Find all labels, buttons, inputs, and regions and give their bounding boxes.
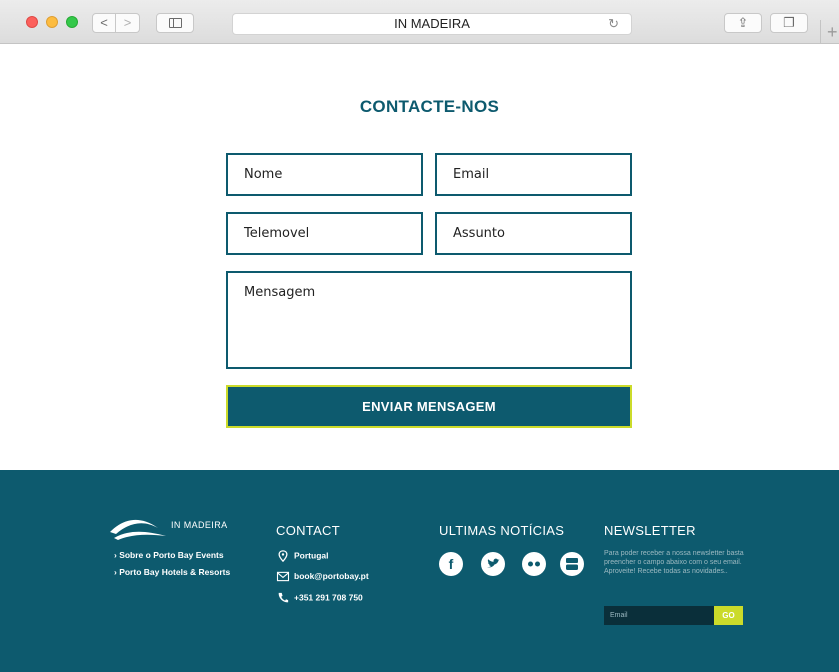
plus-icon: + xyxy=(827,22,838,42)
youtube-icon[interactable] xyxy=(560,552,584,576)
phone-field-placeholder: Telemovel xyxy=(244,226,310,241)
name-field-placeholder: Nome xyxy=(244,167,283,182)
newsletter-description: Para poder receber a nossa newsletter ba… xyxy=(604,550,744,575)
sidebar-toggle-button[interactable] xyxy=(156,13,194,33)
newsletter-email-input[interactable]: Email xyxy=(604,606,714,625)
tab-overview-button[interactable]: ❐ xyxy=(770,13,808,33)
newsletter-heading: NEWSLETTER xyxy=(604,523,696,538)
contact-phone[interactable]: +351 291 708 750 xyxy=(276,592,363,604)
zoom-window-button[interactable] xyxy=(66,16,78,28)
twitter-icon[interactable] xyxy=(481,552,505,576)
share-button[interactable]: ⇪ xyxy=(724,13,762,33)
link-about-porto-bay-events[interactable]: › Sobre o Porto Bay Events xyxy=(114,550,224,560)
mail-icon xyxy=(276,572,290,582)
news-heading: ULTIMAS NOTÍCIAS xyxy=(439,523,565,538)
location-pin-icon xyxy=(278,550,288,562)
logo-text: IN MADEIRA xyxy=(171,520,228,530)
chevron-right-icon: > xyxy=(123,15,132,30)
newsletter-go-button[interactable]: GO xyxy=(714,606,743,625)
subject-field-placeholder: Assunto xyxy=(453,226,505,241)
contact-title: CONTACTE-NOS xyxy=(359,97,500,116)
link-porto-bay-hotels[interactable]: › Porto Bay Hotels & Resorts xyxy=(114,567,230,577)
reload-icon[interactable]: ↻ xyxy=(608,14,619,34)
tabs-icon: ❐ xyxy=(783,15,795,30)
contact-location-text: Portugal xyxy=(294,550,329,561)
message-field-placeholder: Mensagem xyxy=(244,285,316,300)
back-button[interactable]: < xyxy=(92,13,116,33)
chevron-left-icon: < xyxy=(100,15,108,30)
subject-field[interactable]: Assunto xyxy=(435,212,632,255)
message-field[interactable]: Mensagem xyxy=(226,271,632,369)
flickr-icon[interactable] xyxy=(522,552,546,576)
phone-icon xyxy=(278,592,289,603)
forward-button[interactable]: > xyxy=(116,13,140,33)
close-window-button[interactable] xyxy=(26,16,38,28)
newsletter-email-placeholder: Email xyxy=(610,612,628,619)
email-field-placeholder: Email xyxy=(453,167,490,182)
contact-email-text: book@portobay.pt xyxy=(294,571,369,581)
wave-logo-icon xyxy=(110,519,166,540)
browser-toolbar: < > IN MADEIRA ↻ ⇪ ❐ + xyxy=(0,0,839,44)
minimize-window-button[interactable] xyxy=(46,16,58,28)
sidebar-icon xyxy=(169,18,182,28)
page-title: IN MADEIRA xyxy=(394,16,470,31)
address-bar[interactable]: IN MADEIRA ↻ xyxy=(232,13,632,35)
contact-email[interactable]: book@portobay.pt xyxy=(276,571,369,582)
share-icon: ⇪ xyxy=(737,15,749,30)
send-message-button[interactable]: ENVIAR MENSAGEM xyxy=(226,385,632,428)
phone-field[interactable]: Telemovel xyxy=(226,212,423,255)
new-tab-button[interactable]: + xyxy=(820,20,839,44)
footer: IN MADEIRA › Sobre o Porto Bay Events › … xyxy=(0,470,839,672)
contact-location: Portugal xyxy=(276,550,328,562)
facebook-icon[interactable]: f xyxy=(439,552,463,576)
name-field[interactable]: Nome xyxy=(226,153,423,196)
contact-heading: CONTACT xyxy=(276,523,340,538)
contact-phone-text: +351 291 708 750 xyxy=(294,592,363,603)
email-field[interactable]: Email xyxy=(435,153,632,196)
